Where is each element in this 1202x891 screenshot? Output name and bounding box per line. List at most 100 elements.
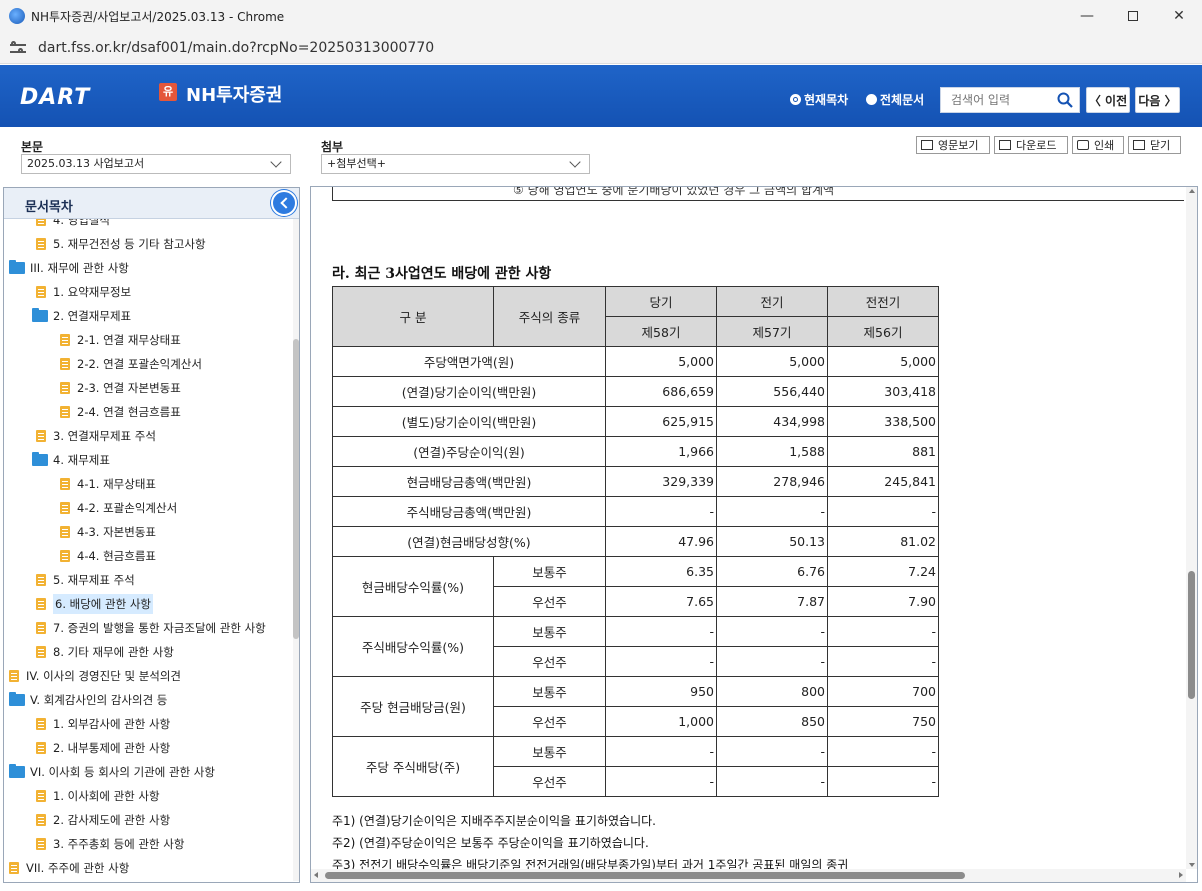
next-button[interactable]: 다음 〉 — [1135, 87, 1180, 113]
toc-item[interactable]: 2. 내부통제에 관한 사항 — [36, 738, 170, 758]
table-row: (연결)현금배당성향(%) 47.96 50.13 81.02 — [332, 526, 939, 557]
table-cell: 950 — [605, 676, 717, 707]
table-cell: - — [716, 646, 828, 677]
download-button[interactable]: 다운로드 — [994, 136, 1068, 154]
toc-item[interactable]: 4-1. 재무상태표 — [60, 474, 156, 494]
printer-icon — [1077, 140, 1089, 150]
table-cell: 338,500 — [827, 406, 939, 437]
toc-item[interactable]: 4. 영업실적 — [36, 219, 110, 230]
main-doc-select-value: 2025.03.13 사업보고서 — [27, 157, 145, 170]
dart-logo[interactable]: DART — [20, 85, 90, 110]
prev-button[interactable]: 〈 이전 — [1086, 87, 1130, 113]
close-doc-button[interactable]: 닫기 — [1128, 136, 1181, 154]
stock-type-cell: 보통주 — [493, 736, 606, 767]
radio-all-document[interactable]: 전체문서 — [866, 91, 924, 108]
table-cell: 556,440 — [716, 376, 828, 407]
content-horizontal-scrollbar[interactable] — [311, 869, 1186, 882]
table-cell: 1,588 — [716, 436, 828, 467]
document-icon — [9, 670, 19, 682]
close-icon: ✕ — [1173, 8, 1185, 24]
toc-item[interactable]: III. 재무에 관한 사항 — [9, 258, 129, 278]
dart-logo-text: DART — [20, 85, 91, 110]
toc-item[interactable]: 2-3. 연결 자본변동표 — [60, 378, 181, 398]
main-doc-select[interactable]: 2025.03.13 사업보고서 — [21, 154, 291, 174]
table-cell: - — [605, 496, 717, 527]
header-previous2: 전전기 — [827, 286, 939, 317]
toc-item-label: 2. 감사제도에 관한 사항 — [53, 813, 171, 827]
toc-scrollbar-thumb[interactable] — [293, 339, 299, 639]
collapse-toc-button[interactable] — [271, 190, 297, 216]
table-cell: - — [605, 766, 717, 797]
toc-item[interactable]: 4-3. 자본변동표 — [60, 522, 156, 542]
print-button[interactable]: 인쇄 — [1072, 136, 1124, 154]
english-view-button[interactable]: 영문보기 — [916, 136, 990, 154]
search-icon[interactable] — [1057, 92, 1073, 108]
toc-item[interactable]: 4-4. 현금흐름표 — [60, 546, 156, 566]
site-settings-icon[interactable] — [10, 40, 26, 55]
toc-item-label: 2-1. 연결 재무상태표 — [77, 333, 181, 347]
toc-item-label: 2. 내부통제에 관한 사항 — [53, 741, 171, 755]
table-cell: 303,418 — [827, 376, 939, 407]
toc-item[interactable]: 1. 요약재무정보 — [36, 282, 131, 302]
corp-badge: 유 — [159, 83, 177, 101]
toc-item[interactable]: VI. 이사회 등 회사의 기관에 관한 사항 — [9, 762, 215, 782]
document-icon — [36, 814, 46, 826]
toc-panel: 문서목차 4. 영업실적 5. 재무건전성 등 기타 참고사항 III. 재무에 관… — [3, 187, 300, 883]
scroll-down-icon[interactable] — [1189, 863, 1195, 867]
previous-row-text: ⑤ 당해 영업연도 중에 분기배당이 있었던 경우 그 금액의 합계액 — [513, 186, 835, 197]
row-label: (연결)당기순이익(백만원) — [332, 376, 606, 407]
toc-item[interactable]: 4. 재무제표 — [32, 450, 110, 470]
toc-item-label: 3. 주주총회 등에 관한 사항 — [53, 837, 185, 851]
document-icon — [36, 286, 46, 298]
document-icon — [60, 478, 70, 490]
search-input[interactable] — [951, 93, 1061, 107]
toc-item[interactable]: V. 회계감사인의 감사의견 등 — [9, 690, 167, 710]
note-1: 주1) (연결)당기순이익은 지배주주지분순이익을 표기하였습니다. — [332, 814, 656, 828]
attach-select[interactable]: +첨부선택+ — [321, 154, 590, 174]
toc-item[interactable]: 5. 재무건전성 등 기타 참고사항 — [36, 234, 206, 254]
close-window-button[interactable]: ✕ — [1156, 0, 1202, 32]
toc-item[interactable]: 4-2. 포괄손익계산서 — [60, 498, 177, 518]
table-row: (별도)당기순이익(백만원) 625,915 434,998 338,500 — [332, 406, 939, 437]
toc-item[interactable]: 2-4. 연결 현금흐름표 — [60, 402, 181, 422]
minimize-button[interactable]: — — [1064, 0, 1110, 32]
content-horizontal-scrollbar-thumb[interactable] — [325, 872, 965, 879]
toc-item[interactable]: 1. 이사회에 관한 사항 — [36, 786, 160, 806]
toc-item[interactable]: VII. 주주에 관한 사항 — [9, 858, 129, 878]
toc-item[interactable]: 2. 감사제도에 관한 사항 — [36, 810, 170, 830]
row-group-label: 현금배당수익률(%) — [332, 556, 494, 617]
content-vertical-scrollbar[interactable] — [1186, 187, 1197, 869]
document-icon — [9, 862, 19, 874]
document-icon — [60, 382, 70, 394]
table-row: 주당 현금배당금(원) 보통주 950 800 700 — [332, 676, 939, 737]
toc-item[interactable]: 2-1. 연결 재무상태표 — [60, 330, 181, 350]
scroll-right-icon[interactable] — [1179, 872, 1183, 878]
content-vertical-scrollbar-thumb[interactable] — [1188, 571, 1195, 699]
scroll-up-icon[interactable] — [1189, 189, 1195, 193]
toc-item[interactable]: IV. 이사의 경영진단 및 분석의견 — [9, 666, 181, 686]
table-row: 주식배당금총액(백만원) - - - — [332, 496, 939, 527]
document-icon — [36, 598, 46, 610]
toc-scrollbar[interactable] — [293, 219, 299, 881]
url-text[interactable]: dart.fss.or.kr/dsaf001/main.do?rcpNo=202… — [38, 40, 434, 56]
toc-item[interactable]: 3. 주주총회 등에 관한 사항 — [36, 834, 184, 854]
table-cell: - — [827, 766, 939, 797]
table-cell: 6.76 — [716, 556, 828, 587]
row-label: (연결)주당순이익(원) — [332, 436, 606, 467]
table-cell: 81.02 — [827, 526, 939, 557]
toc-item[interactable]: 8. 기타 재무에 관한 사항 — [36, 642, 174, 662]
toc-item[interactable]: 3. 연결재무제표 주석 — [36, 426, 156, 446]
radio-current-toc[interactable]: 현재목차 — [790, 91, 848, 108]
toc-item[interactable]: 7. 증권의 발행을 통한 자금조달에 관한 사항 — [36, 618, 266, 638]
toc-item[interactable]: 2-2. 연결 포괄손익계산서 — [60, 354, 202, 374]
table-cell: 245,841 — [827, 466, 939, 497]
document-toolbar: 본문 2025.03.13 사업보고서 첨부 +첨부선택+ 영문보기 다운로드 … — [0, 127, 1202, 184]
toc-item[interactable]: 6. 배당에 관한 사항 — [36, 594, 153, 614]
scroll-left-icon[interactable] — [314, 872, 318, 878]
toc-item[interactable]: 2. 연결재무제표 — [32, 306, 131, 326]
download-label: 다운로드 — [1016, 139, 1057, 152]
toc-item[interactable]: 5. 재무제표 주석 — [36, 570, 135, 590]
maximize-button[interactable] — [1110, 0, 1156, 32]
toc-item[interactable]: 1. 외부감사에 관한 사항 — [36, 714, 170, 734]
toc-item-label: III. 재무에 관한 사항 — [30, 261, 129, 275]
